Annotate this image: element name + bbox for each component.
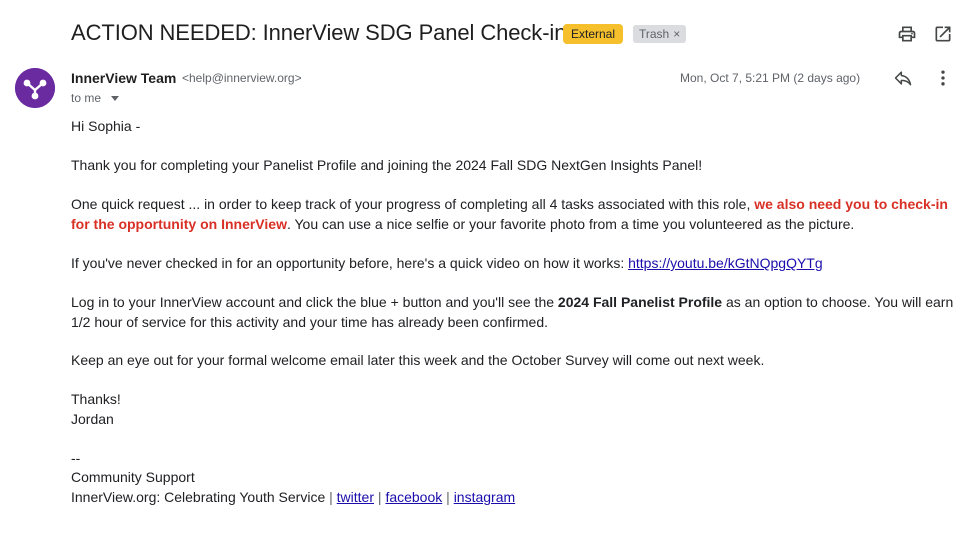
twitter-link[interactable]: twitter <box>337 489 374 505</box>
reply-icon <box>894 71 912 86</box>
chevron-down-icon <box>111 95 120 101</box>
paragraph-1: Thank you for completing your Panelist P… <box>71 157 703 173</box>
paragraph-2-text-a: One quick request ... in order to keep t… <box>71 196 755 212</box>
remove-label-icon[interactable]: × <box>673 25 680 43</box>
recipients-toggle[interactable]: to me <box>71 90 120 106</box>
instagram-link[interactable]: instagram <box>454 489 515 505</box>
panelist-profile-name: 2024 Fall Panelist Profile <box>557 294 723 310</box>
reply-button[interactable] <box>891 66 915 90</box>
thanks-line: Thanks! <box>71 391 121 407</box>
paragraph-5: Keep an eye out for your formal welcome … <box>71 352 765 368</box>
print-button[interactable] <box>895 22 919 46</box>
signature-links: InnerView.org: Celebrating Youth Service… <box>71 487 955 507</box>
label-external-badge[interactable]: External <box>563 24 624 44</box>
paragraph-2-text-b: . You can use a nice selfie or your favo… <box>286 216 855 232</box>
paragraph-2: One quick request ... in order to keep t… <box>71 194 955 234</box>
paragraph-3-text: If you've never checked in for an opport… <box>71 255 629 271</box>
email-subject: ACTION NEEDED: InnerView SDG Panel Check… <box>71 20 567 45</box>
message-date: Mon, Oct 7, 5:21 PM (2 days ago) <box>680 71 861 85</box>
separator: | <box>377 489 382 505</box>
facebook-link[interactable]: facebook <box>385 489 442 505</box>
label-trash-text: Trash <box>639 27 670 41</box>
signoff-name: Jordan <box>71 411 114 427</box>
sender-email: <help@innerview.org> <box>182 71 302 85</box>
open-in-new-window-icon <box>935 26 951 42</box>
more-options-button[interactable] <box>931 66 955 90</box>
signature-dash: -- <box>71 450 81 466</box>
label-trash-badge[interactable]: Trash × <box>633 25 687 43</box>
recipients-label: to me <box>71 91 102 105</box>
print-icon <box>898 26 916 42</box>
more-vert-icon <box>941 70 945 86</box>
open-in-new-window-button[interactable] <box>931 22 955 46</box>
signature-org: InnerView.org: Celebrating Youth Service <box>71 489 326 505</box>
separator: | <box>329 489 333 505</box>
sender-name[interactable]: InnerView Team <box>71 69 176 87</box>
innerview-logo-icon <box>15 68 55 108</box>
paragraph-3: If you've never checked in for an opport… <box>71 253 955 273</box>
paragraph-4-text-a: Log in to your InnerView account and cli… <box>71 294 558 310</box>
sender-avatar[interactable] <box>15 68 55 108</box>
video-link[interactable]: https://youtu.be/kGtNQpgQYTg <box>628 255 823 271</box>
paragraph-4: Log in to your InnerView account and cli… <box>71 292 955 332</box>
greeting: Hi Sophia - <box>71 118 141 134</box>
signature-title: Community Support <box>71 469 195 485</box>
separator: | <box>446 489 450 505</box>
